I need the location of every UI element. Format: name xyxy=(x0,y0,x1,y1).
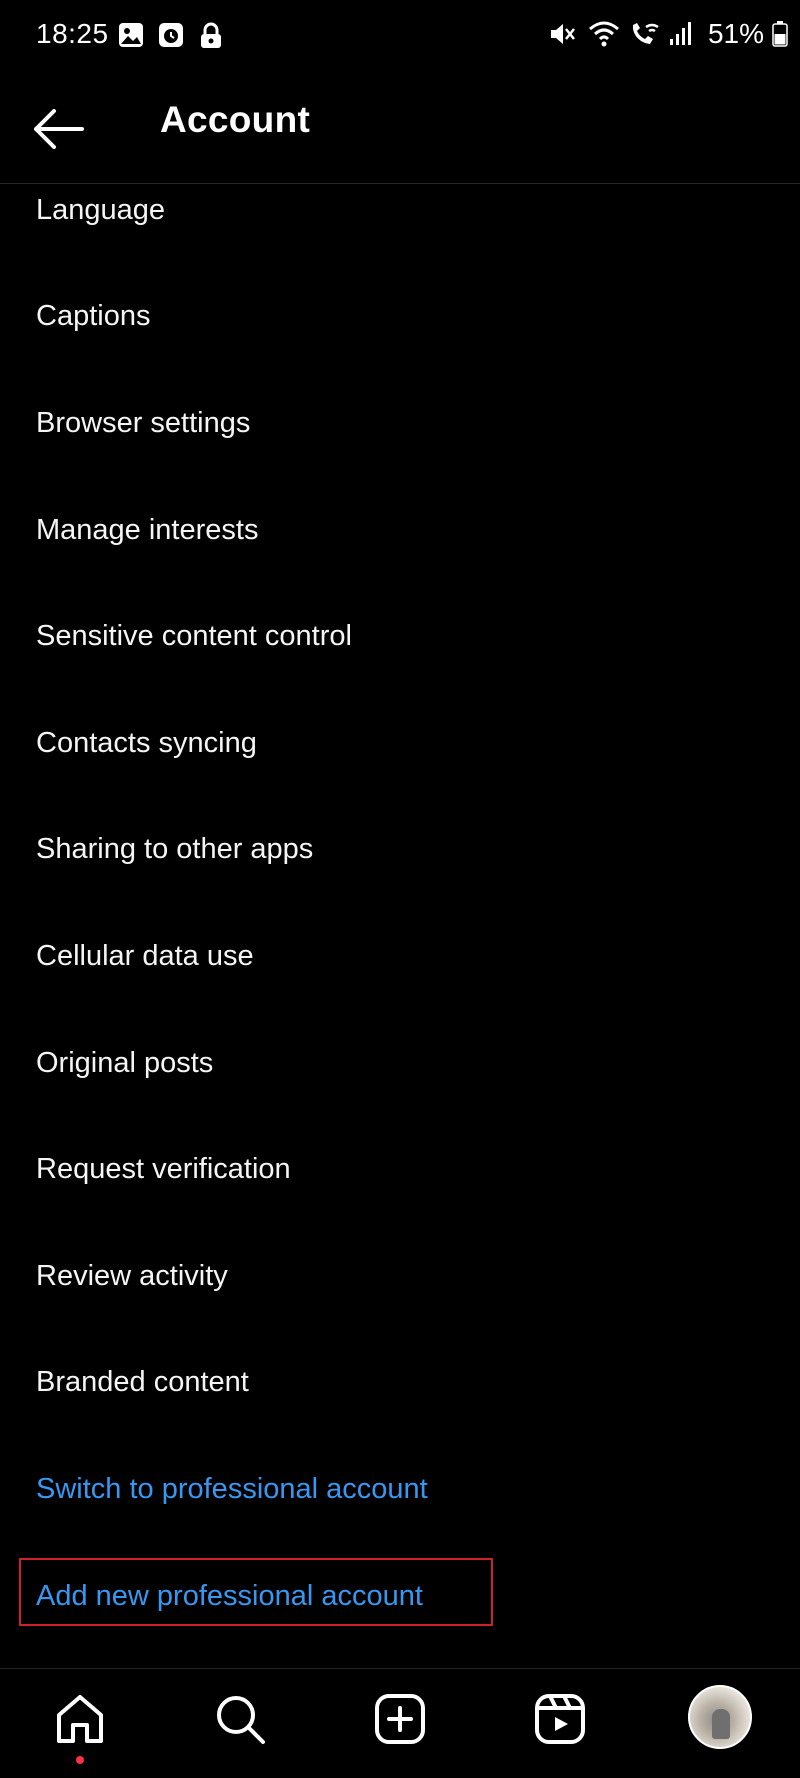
settings-item-manage-interests[interactable]: Manage interests xyxy=(0,477,800,584)
settings-item-label: Cellular data use xyxy=(36,939,254,972)
status-right-icons: 51% xyxy=(548,18,788,50)
settings-item-label: Contacts syncing xyxy=(36,726,257,759)
settings-item-browser-settings[interactable]: Browser settings xyxy=(0,370,800,477)
nav-home[interactable] xyxy=(50,1691,110,1751)
avatar-figure xyxy=(712,1709,730,1739)
settings-item-label: Language xyxy=(36,193,166,226)
reels-icon xyxy=(534,1693,586,1750)
settings-item-contacts-syncing[interactable]: Contacts syncing xyxy=(0,690,800,797)
settings-item-label: Branded content xyxy=(36,1366,249,1399)
gallery-icon xyxy=(118,22,146,50)
status-bar: 18:25 51% xyxy=(0,0,800,75)
page-title: Account xyxy=(160,99,311,140)
battery-label: 51% xyxy=(707,18,764,49)
profile-avatar xyxy=(688,1685,752,1749)
back-button[interactable] xyxy=(30,103,90,155)
mute-icon xyxy=(548,19,580,49)
nav-create[interactable] xyxy=(370,1691,430,1751)
nav-profile[interactable] xyxy=(686,1683,754,1751)
settings-item-review-activity[interactable]: Review activity xyxy=(0,1223,800,1330)
settings-item-label: Sensitive content control xyxy=(36,620,352,653)
home-icon xyxy=(53,1693,107,1750)
settings-item-cellular-data-use[interactable]: Cellular data use xyxy=(0,903,800,1010)
signal-icon xyxy=(668,19,700,49)
settings-item-request-verification[interactable]: Request verification xyxy=(0,1116,800,1223)
settings-item-label: Captions xyxy=(36,300,151,333)
lock-icon xyxy=(198,22,226,50)
search-icon xyxy=(213,1692,267,1751)
add-new-professional-account-link[interactable]: Add new professional account xyxy=(0,1543,800,1650)
settings-item-sensitive-content-control[interactable]: Sensitive content control xyxy=(0,583,800,690)
settings-item-captions[interactable]: Captions xyxy=(0,264,800,371)
status-time: 18:25 xyxy=(36,18,109,49)
wifi-calling-icon xyxy=(628,19,660,49)
settings-item-language[interactable]: Language xyxy=(0,157,800,264)
alarm-icon xyxy=(158,22,186,50)
settings-item-label: Sharing to other apps xyxy=(36,833,314,866)
settings-item-label: Add new professional account xyxy=(36,1579,423,1612)
settings-item-label: Original posts xyxy=(36,1046,214,1079)
status-left-icons xyxy=(118,22,226,50)
settings-item-sharing-to-other-apps[interactable]: Sharing to other apps xyxy=(0,797,800,904)
settings-item-branded-content[interactable]: Branded content xyxy=(0,1330,800,1437)
wifi-icon xyxy=(588,19,620,49)
switch-to-professional-account-link[interactable]: Switch to professional account xyxy=(0,1436,800,1543)
settings-item-label: Review activity xyxy=(36,1259,228,1292)
settings-item-label: Switch to professional account xyxy=(36,1472,428,1505)
bottom-navigation xyxy=(0,1668,800,1778)
nav-reels[interactable] xyxy=(530,1691,590,1751)
battery-icon xyxy=(772,21,788,47)
home-notification-dot xyxy=(76,1756,84,1764)
settings-item-original-posts[interactable]: Original posts xyxy=(0,1010,800,1117)
settings-item-label: Manage interests xyxy=(36,513,259,546)
nav-search[interactable] xyxy=(210,1691,270,1751)
settings-item-label: Browser settings xyxy=(36,406,251,439)
account-settings-list: Language Captions Browser settings Manag… xyxy=(0,157,800,1649)
settings-item-label: Request verification xyxy=(36,1153,291,1186)
create-icon xyxy=(374,1693,426,1750)
